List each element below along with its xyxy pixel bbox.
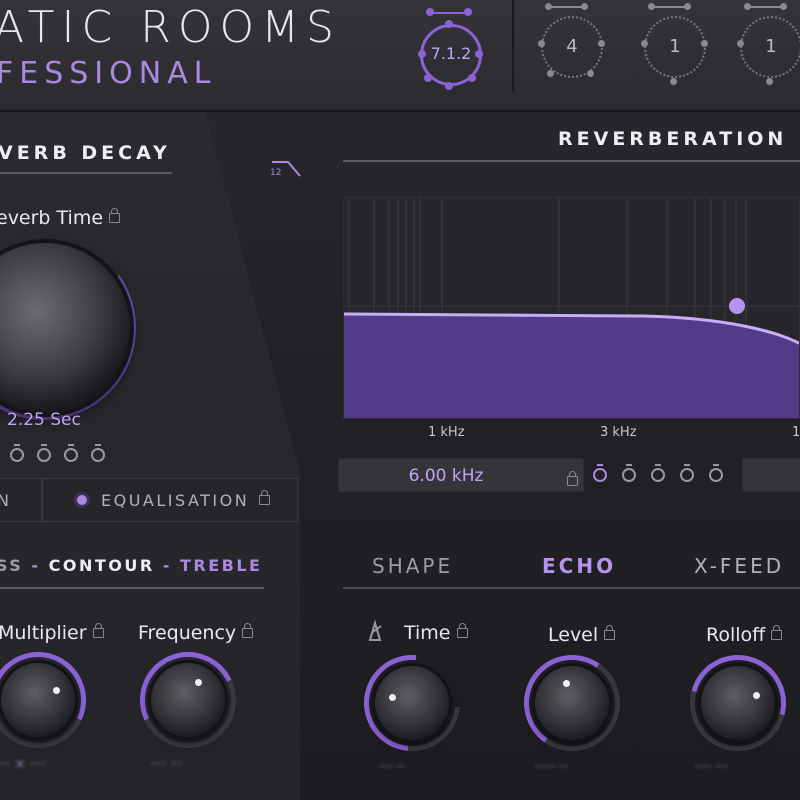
tab-shape[interactable]: SHAPE	[372, 554, 453, 578]
modulation-slot-icon[interactable]	[37, 444, 51, 462]
plugin-window: ATIC ROOMS FESSIONAL 7.1.2 4 1 1 VERB DE…	[0, 0, 800, 800]
modulation-slot-icon[interactable]	[622, 464, 636, 482]
speaker-ring-icon: 4	[541, 16, 603, 78]
speaker-ring-icon: 1	[740, 16, 800, 78]
modulation-slot-icon[interactable]	[709, 464, 723, 482]
lock-icon[interactable]	[109, 208, 121, 223]
section-divider	[343, 160, 800, 162]
lock-icon[interactable]	[456, 623, 468, 638]
radio-icon	[77, 495, 87, 505]
eq-band-selector: SS - CONTOUR - TREBLE	[0, 556, 262, 575]
freq-label-1khz: 1 kHz	[428, 425, 465, 440]
echo-level-label: Level	[548, 624, 616, 646]
eq-bass-label[interactable]: SS	[0, 556, 23, 575]
speaker-config-4[interactable]: 4	[535, 0, 609, 90]
multiplier-label: Multiplier	[0, 622, 104, 644]
brand-title: ATIC ROOMS	[0, 2, 341, 53]
speaker-config-1a[interactable]: 1	[638, 0, 712, 90]
lock-icon[interactable]	[604, 625, 616, 640]
speaker-config-7-1-2[interactable]: 7.1.2	[418, 6, 492, 90]
tab-left-label: N	[0, 490, 12, 510]
frequency-response-curve	[344, 198, 799, 418]
echo-rolloff-label: Rolloff	[706, 624, 783, 646]
brand-subtitle: FESSIONAL	[0, 56, 217, 91]
echo-time-knob[interactable]	[375, 666, 449, 740]
speaker-config-1b[interactable]: 1	[734, 0, 800, 90]
reverb-time-label: everb Time	[0, 207, 121, 229]
eq-contour-label[interactable]: CONTOUR	[49, 556, 155, 575]
tab-x-feed[interactable]: X-FEED	[694, 554, 784, 578]
frequency-value-field[interactable]: 6.00 kHz	[338, 458, 584, 492]
tab-left[interactable]: N	[0, 478, 42, 522]
frequency-handle	[729, 298, 745, 314]
tab-equalisation-label: EQUALISATION	[101, 490, 250, 510]
modulation-slot-icon[interactable]	[651, 464, 665, 482]
multiplier-value-blurred: ··· × ····	[0, 757, 47, 772]
lock-icon[interactable]	[242, 623, 254, 638]
frequency-label: Frequency	[138, 622, 254, 644]
freq-label-10khz: 10	[792, 425, 800, 440]
tab-echo[interactable]: ECHO	[542, 554, 616, 578]
echo-rolloff-value-blurred: ···· ···	[695, 760, 729, 775]
filter-slope-badge: 12	[270, 168, 282, 178]
lock-icon	[259, 490, 271, 505]
echo-level-value-blurred: ····· ··	[535, 760, 569, 775]
echo-level-knob[interactable]	[535, 666, 609, 740]
modulation-slot-icon[interactable]	[10, 444, 24, 462]
echo-time-value-blurred: ··· ··	[380, 760, 405, 775]
modulation-slot-icon[interactable]	[91, 444, 105, 462]
sub-tab-divider	[343, 587, 800, 589]
section-divider	[0, 172, 172, 174]
echo-rolloff-knob[interactable]	[701, 666, 775, 740]
lock-icon[interactable]	[92, 623, 104, 638]
reverb-frequency-graph[interactable]	[343, 197, 800, 419]
multiplier-knob[interactable]	[1, 663, 75, 737]
tab-equalisation[interactable]: EQUALISATION	[42, 478, 298, 522]
reverb-decay-title: VERB DECAY	[0, 142, 171, 164]
lock-icon[interactable]	[771, 625, 783, 640]
reverberation-title: REVERBERATION	[558, 128, 788, 150]
modulation-slot-icon[interactable]	[64, 444, 78, 462]
lock-icon[interactable]	[567, 471, 578, 486]
eq-separator: -	[23, 556, 49, 575]
eq-separator: -	[154, 556, 180, 575]
echo-time-label: Time	[404, 622, 468, 644]
section-divider	[0, 587, 264, 589]
tempo-sync-icon[interactable]	[366, 619, 386, 646]
secondary-value-field[interactable]	[742, 458, 800, 492]
reverb-time-value[interactable]: 2.25 Sec	[7, 410, 81, 430]
freq-label-3khz: 3 kHz	[600, 425, 637, 440]
modulation-slot-icon[interactable]	[593, 464, 607, 482]
header-divider	[512, 0, 514, 92]
eq-treble-label[interactable]: TREBLE	[180, 556, 262, 575]
speaker-ring-icon: 1	[644, 16, 706, 78]
modulation-slot-icon[interactable]	[680, 464, 694, 482]
frequency-value-blurred: ···· ···	[150, 757, 184, 772]
frequency-knob[interactable]	[151, 663, 225, 737]
header-bar: ATIC ROOMS FESSIONAL 7.1.2 4 1 1	[0, 0, 800, 112]
frequency-value: 6.00 kHz	[408, 466, 484, 486]
filter-slope-button[interactable]: 12	[268, 156, 304, 180]
